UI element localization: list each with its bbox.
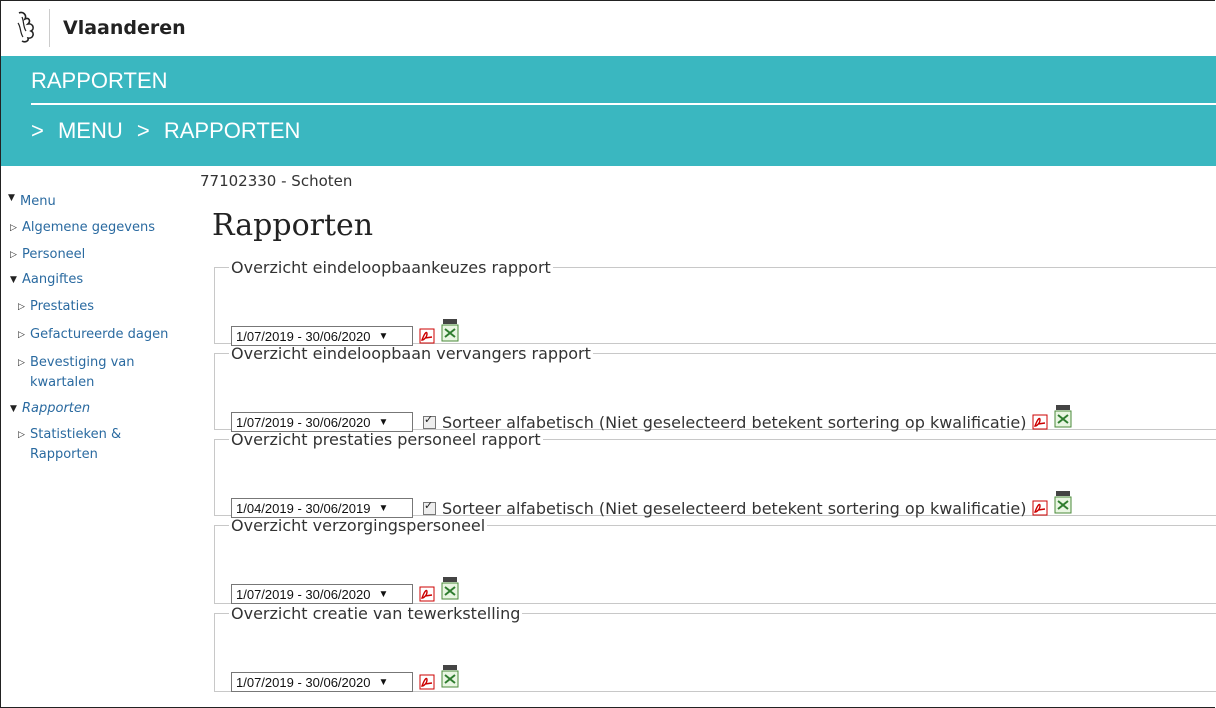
report-panel: Overzicht eindeloopbaan vervangers rappo…: [214, 344, 1216, 432]
select-arrow-icon: ▼: [378, 676, 389, 688]
sidebar-item-label: Algemene gegevens: [22, 220, 155, 235]
header-divider: [31, 103, 1216, 105]
report-panel: Overzicht eindeloopbaankeuzes rapport 1/…: [214, 258, 1216, 346]
period-select-value: 1/07/2019 - 30/06/2020: [236, 674, 371, 690]
xlsx-icon[interactable]: [1054, 491, 1072, 517]
sidebar-item-label: Statistieken & Rapporten: [30, 427, 122, 462]
page-title: Rapporten: [212, 208, 374, 243]
caret-right-icon: ▷: [10, 250, 17, 260]
panel-legend: Overzicht verzorgingspersoneel: [231, 516, 486, 535]
report-panel: Overzicht creatie van tewerkstelling 1/0…: [214, 604, 1216, 692]
select-arrow-icon: ▼: [378, 416, 389, 428]
sidebar-item-label: Personeel: [22, 247, 86, 262]
report-panel: Overzicht verzorgingspersoneel 1/07/2019…: [214, 516, 1216, 604]
page-header: RAPPORTEN > MENU > RAPPORTEN: [1, 56, 1216, 166]
caret-down-icon: ▼: [10, 404, 17, 414]
pdf-icon[interactable]: [419, 674, 435, 690]
breadcrumb-menu[interactable]: MENU: [58, 118, 123, 143]
panel-legend: Overzicht eindeloopbaan vervangers rappo…: [231, 344, 591, 363]
sort-alphabetical-label: Sorteer alfabetisch (Niet geselecteerd b…: [442, 412, 1027, 432]
period-select[interactable]: 1/07/2019 - 30/06/2020 ▼: [231, 584, 413, 604]
xlsx-icon[interactable]: [441, 577, 459, 603]
sidebar-item-menu[interactable]: ▼ Menu: [8, 188, 198, 212]
sidebar-item-label: Menu: [20, 194, 56, 209]
entity-label: 77102330 - Schoten: [200, 172, 353, 190]
sidebar-item-label: Prestaties: [30, 299, 94, 314]
caret-down-icon: ▼: [10, 275, 17, 285]
period-select-value: 1/07/2019 - 30/06/2020: [236, 414, 371, 430]
period-select[interactable]: 1/07/2019 - 30/06/2020 ▼: [231, 412, 413, 432]
period-select-value: 1/04/2019 - 30/06/2019: [236, 500, 371, 516]
breadcrumb-separator: >: [136, 118, 150, 143]
select-arrow-icon: ▼: [378, 502, 389, 514]
sort-alphabetical-checkbox[interactable]: [423, 413, 436, 429]
period-select-value: 1/07/2019 - 30/06/2020: [236, 586, 371, 602]
report-panel: Overzicht prestaties personeel rapport 1…: [214, 430, 1216, 518]
sidebar-item-label: Rapporten: [22, 401, 91, 416]
sidebar-item-aangiftes[interactable]: ▼ Aangiftes: [10, 270, 198, 290]
caret-right-icon: ▷: [18, 358, 25, 368]
sidebar-item-gefactureerde-dagen[interactable]: ▷ Gefactureerde dagen: [18, 325, 198, 345]
sidebar-item-prestaties[interactable]: ▷ Prestaties: [18, 297, 198, 317]
caret-right-icon: ▷: [18, 302, 25, 312]
breadcrumb-separator: >: [31, 118, 44, 143]
breadcrumb-rapporten: RAPPORTEN: [163, 118, 301, 143]
pdf-icon[interactable]: [419, 328, 435, 344]
period-select-value: 1/07/2019 - 30/06/2020: [236, 328, 371, 344]
report-row: 1/07/2019 - 30/06/2020 ▼: [231, 665, 459, 695]
brand-name[interactable]: Vlaanderen: [63, 17, 186, 39]
select-arrow-icon: ▼: [378, 330, 389, 342]
sidebar-item-bevestiging-van-kwartalen[interactable]: ▷ Bevestiging van kwartalen: [18, 353, 160, 393]
period-select[interactable]: 1/07/2019 - 30/06/2020 ▼: [231, 672, 413, 692]
pdf-icon[interactable]: [1032, 414, 1048, 430]
pdf-icon[interactable]: [419, 586, 435, 602]
sidebar-item-label: Aangiftes: [22, 272, 84, 287]
sidebar-item-label: Bevestiging van kwartalen: [30, 355, 135, 390]
sort-alphabetical-label: Sorteer alfabetisch (Niet geselecteerd b…: [442, 498, 1027, 518]
pdf-icon[interactable]: [1032, 500, 1048, 516]
xlsx-icon[interactable]: [441, 319, 459, 345]
sidebar-nav: ▼ Menu ▷ Algemene gegevens ▷ Personeel ▼…: [8, 188, 198, 465]
sidebar-item-personeel[interactable]: ▷ Personeel: [10, 245, 198, 265]
period-select[interactable]: 1/04/2019 - 30/06/2019 ▼: [231, 498, 413, 518]
period-select[interactable]: 1/07/2019 - 30/06/2020 ▼: [231, 326, 413, 346]
flemish-lion-logo[interactable]: [13, 9, 50, 47]
panel-legend: Overzicht prestaties personeel rapport: [231, 430, 541, 449]
sidebar-item-statistieken-rapporten[interactable]: ▷ Statistieken & Rapporten: [18, 425, 140, 465]
xlsx-icon[interactable]: [1054, 405, 1072, 431]
caret-right-icon: ▷: [18, 330, 25, 340]
breadcrumb: > MENU > RAPPORTEN: [31, 118, 308, 144]
header-title: RAPPORTEN: [31, 68, 168, 93]
xlsx-icon[interactable]: [441, 665, 459, 691]
caret-right-icon: ▷: [10, 223, 17, 233]
caret-right-icon: ▷: [18, 430, 25, 440]
panel-legend: Overzicht eindeloopbaankeuzes rapport: [231, 258, 551, 277]
sidebar-item-rapporten[interactable]: ▼ Rapporten: [10, 399, 198, 419]
select-arrow-icon: ▼: [378, 588, 389, 600]
panel-legend: Overzicht creatie van tewerkstelling: [231, 604, 521, 623]
sidebar-item-label: Gefactureerde dagen: [30, 327, 169, 342]
top-bar: Vlaanderen: [1, 1, 1216, 55]
sidebar-item-algemene-gegevens[interactable]: ▷ Algemene gegevens: [10, 218, 198, 238]
caret-down-icon: ▼: [8, 193, 15, 203]
sort-alphabetical-checkbox[interactable]: [423, 499, 436, 515]
